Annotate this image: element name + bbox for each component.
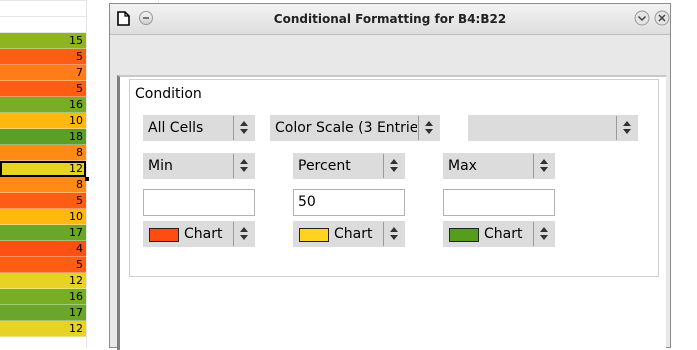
table-cell[interactable]: 10	[0, 209, 86, 225]
format-type-value: Color Scale (3 Entries)	[275, 120, 417, 136]
min-color-combo[interactable]: Chart	[143, 221, 255, 247]
max-type-combo[interactable]: Max	[443, 153, 555, 179]
table-cell[interactable]: 12	[0, 161, 86, 177]
sheet-top-strip	[0, 0, 86, 33]
dialog-title: Conditional Formatting for B4:B22	[273, 12, 507, 26]
table-cell[interactable]: 4	[0, 241, 86, 257]
table-cell[interactable]: 8	[0, 177, 86, 193]
spin-arrows-icon	[233, 116, 254, 140]
table-cell[interactable]: 5	[0, 257, 86, 273]
spin-arrows-icon	[383, 222, 404, 246]
min-color-label: Chart	[184, 226, 223, 242]
mid-type-combo[interactable]: Percent	[293, 153, 405, 179]
dialog-titlebar[interactable]: Conditional Formatting for B4:B22	[110, 4, 670, 35]
mid-type-value: Percent	[298, 158, 351, 174]
color-swatch	[149, 228, 179, 242]
table-cell[interactable]: 17	[0, 305, 86, 321]
table-cell[interactable]: 12	[0, 321, 86, 337]
table-cell[interactable]: 15	[0, 33, 86, 49]
max-value-field[interactable]	[443, 189, 555, 216]
min-type-value: Min	[148, 158, 173, 174]
table-cell[interactable]: 18	[0, 129, 86, 145]
mid-color-combo[interactable]: Chart	[293, 221, 405, 247]
table-cell[interactable]: 8	[0, 145, 86, 161]
max-color-combo[interactable]: Chart	[443, 221, 555, 247]
selection-fill-handle[interactable]	[85, 177, 89, 181]
table-cell[interactable]: 16	[0, 289, 86, 305]
table-cell[interactable]: 5	[0, 81, 86, 97]
style-combo-disabled[interactable]	[468, 115, 638, 141]
mid-color-label: Chart	[334, 226, 373, 242]
grid-line	[86, 0, 87, 348]
table-cell[interactable]: 12	[0, 273, 86, 289]
table-cell[interactable]: 7	[0, 65, 86, 81]
spin-arrows-icon	[533, 154, 554, 178]
table-cell[interactable]: 5	[0, 193, 86, 209]
min-value-field[interactable]	[143, 189, 255, 216]
table-cell[interactable]: 17	[0, 225, 86, 241]
format-type-combo[interactable]: Color Scale (3 Entries)	[270, 115, 440, 141]
spin-arrows-icon	[533, 222, 554, 246]
spin-arrows-icon	[418, 116, 439, 140]
apply-to-combo[interactable]: All Cells	[143, 115, 255, 141]
spin-arrows-icon	[233, 222, 254, 246]
table-cell[interactable]: 5	[0, 49, 86, 65]
mid-value-field[interactable]: 50	[293, 189, 405, 216]
grid-line	[0, 0, 86, 1]
table-cell[interactable]: 10	[0, 113, 86, 129]
chevron-down-icon	[634, 10, 650, 26]
color-swatch	[299, 228, 329, 242]
condition-label: Condition	[135, 86, 202, 102]
max-type-value: Max	[448, 158, 477, 174]
grid-line	[0, 16, 86, 17]
spin-arrows-icon	[233, 154, 254, 178]
spin-arrows-icon	[383, 154, 404, 178]
min-type-combo[interactable]: Min	[143, 153, 255, 179]
color-swatch	[449, 228, 479, 242]
spin-arrows-icon	[616, 116, 637, 140]
close-icon	[654, 10, 670, 26]
max-color-label: Chart	[484, 226, 523, 242]
apply-to-value: All Cells	[148, 120, 204, 136]
table-cell[interactable]: 16	[0, 97, 86, 113]
